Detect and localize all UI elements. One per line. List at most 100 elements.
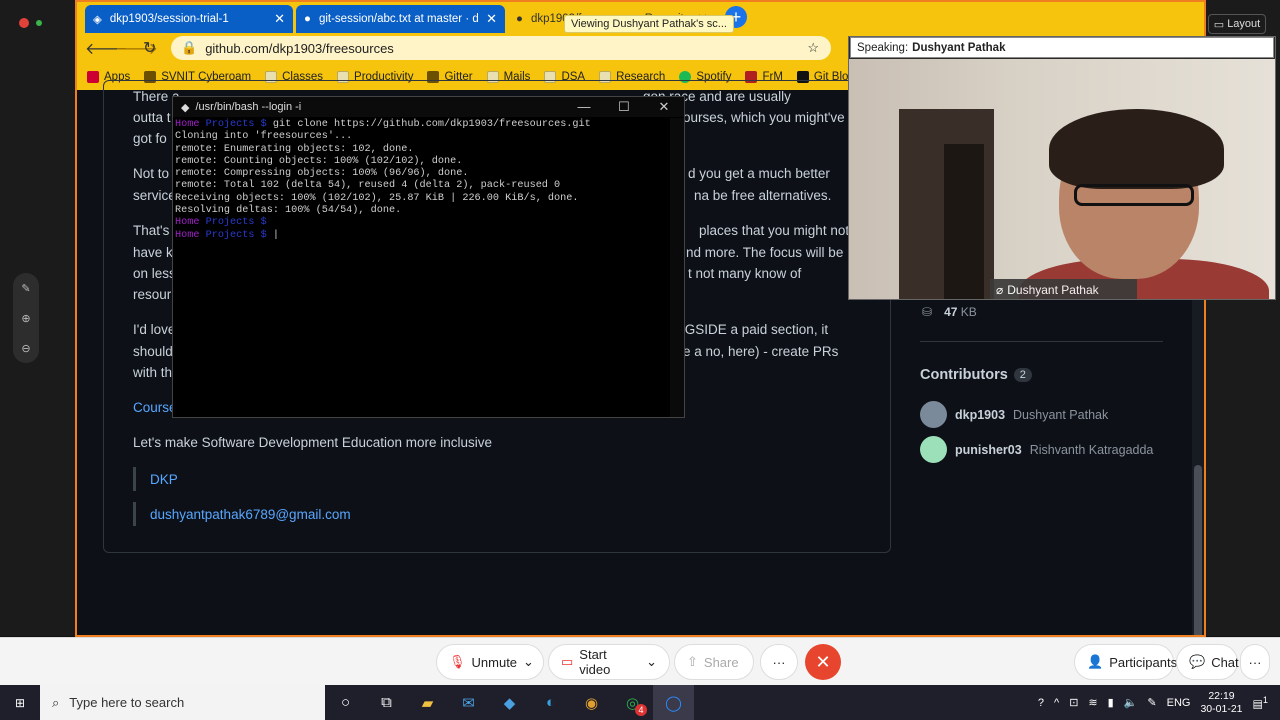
output-line: remote: Total 102 (delta 54), reused 4 (…	[175, 180, 561, 192]
pen-icon[interactable]: ✎	[21, 282, 30, 295]
chrome-icon[interactable]: ◉	[571, 685, 612, 720]
close-tab-icon[interactable]: ✕	[274, 11, 285, 27]
contributors-heading[interactable]: Contributors 2	[920, 367, 1032, 383]
divider	[920, 341, 1163, 342]
chevron-down-icon[interactable]: ⌄	[646, 654, 657, 670]
layout-button[interactable]: ▭ Layout	[1208, 14, 1266, 34]
apps-grid-icon	[87, 70, 99, 83]
overflow-button[interactable]: ···	[1240, 644, 1270, 680]
minimize-icon[interactable]: —	[564, 99, 604, 115]
browser-tab-2[interactable]: ● git-session/abc.txt at master · dk ✕	[296, 5, 505, 33]
bookmark-star-icon[interactable]: ☆	[807, 40, 819, 56]
unmute-button[interactable]: 🎙 Unmute ⌄	[436, 644, 544, 680]
chevron-down-icon[interactable]: ⌄	[523, 654, 534, 670]
status-dot-icon	[36, 20, 42, 26]
taskbar-search[interactable]: ⌕ Type here to search	[40, 685, 325, 720]
start-video-button[interactable]: ▭ Start video ⌄	[548, 644, 670, 680]
share-icon: ⇧	[687, 654, 698, 669]
participants-button[interactable]: 👤 Participants	[1074, 644, 1177, 680]
mail-icon[interactable]: ✉	[448, 685, 489, 720]
contributor-item[interactable]: dkp1903 Dushyant Pathak	[920, 401, 1108, 428]
muted-mic-icon: ⌀	[996, 282, 1004, 297]
clock[interactable]: 22:19 30-01-21	[1200, 690, 1242, 716]
clock-time: 22:19	[1208, 689, 1235, 702]
video-door-inner	[944, 144, 984, 299]
reload-icon[interactable]: ↻	[143, 38, 156, 58]
zoom-app-icon[interactable]: ◯	[653, 685, 694, 720]
video-name-pill: ⌀ Dushyant Pathak	[990, 279, 1137, 299]
prompt-path: Projects $	[205, 229, 267, 241]
output-line: Resolving deltas: 100% (54/54), done.	[175, 205, 402, 217]
zoom-left-panel: ✎ ⊕ ⊖	[0, 0, 76, 636]
maximize-icon[interactable]: ☐	[604, 99, 644, 115]
start-video-label: Start video	[579, 647, 611, 677]
close-tab-icon[interactable]: ✕	[486, 11, 497, 27]
close-icon[interactable]: ✕	[644, 99, 684, 115]
tab-title: dkp1903/session-trial-1	[109, 13, 229, 25]
battery-icon[interactable]: ▮	[1108, 696, 1114, 709]
chevron-up-icon[interactable]: ^	[1054, 697, 1059, 709]
record-indicator-icon	[19, 18, 29, 28]
language-indicator[interactable]: ENG	[1167, 697, 1191, 709]
github-icon: ●	[304, 13, 311, 25]
notification-count: 1	[1262, 694, 1268, 705]
dropbox-icon[interactable]: ◆	[489, 685, 530, 720]
address-bar[interactable]: 🔒 github.com/dkp1903/freesources ☆	[171, 36, 831, 60]
pen-icon[interactable]: ✎	[1147, 696, 1156, 709]
terminal-titlebar[interactable]: ◆ /usr/bin/bash --login -i — ☐ ✕	[173, 97, 684, 117]
url-text: github.com/dkp1903/freesources	[205, 40, 394, 56]
contributor-name: Dushyant Pathak	[1013, 407, 1109, 422]
contributor-item[interactable]: punisher03 Rishvanth Katragadda	[920, 436, 1153, 463]
video-off-icon: ▭	[561, 654, 574, 669]
avatar	[920, 401, 947, 428]
person-hair	[1049, 109, 1224, 189]
volume-icon[interactable]: 🔈	[1124, 696, 1138, 709]
task-view-icon[interactable]: ⧉	[366, 685, 407, 720]
share-button[interactable]: ⇧ Share	[674, 644, 754, 680]
prompt-dir: Home	[175, 217, 200, 229]
output-line: remote: Compressing objects: 100% (96/96…	[175, 168, 469, 180]
terminal-output[interactable]: Home Projects $ git clone https://github…	[173, 117, 684, 244]
size-value: 47	[944, 305, 958, 319]
whatsapp-icon[interactable]: ◎ 4	[612, 685, 653, 720]
zoom-controls: 🎙 Unmute ⌄ ▭ Start video ⌄ ⇧ Share ··· ✕ 👤 Par…	[0, 637, 1280, 685]
cortana-icon[interactable]: ○	[325, 685, 366, 720]
file-explorer-icon[interactable]: ▰	[407, 685, 448, 720]
windows-start-icon[interactable]: ⊞	[0, 685, 40, 720]
help-icon[interactable]: ?	[1038, 697, 1044, 709]
browser-tabbar: ◈ dkp1903/session-trial-1 ✕ ● git-sessio…	[77, 2, 1204, 33]
zoom-in-icon[interactable]: ⊕	[21, 312, 30, 325]
more-button[interactable]: ···	[760, 644, 798, 680]
terminal-window[interactable]: ◆ /usr/bin/bash --login -i — ☐ ✕ Home Pr…	[172, 96, 685, 418]
contributor-name: Rishvanth Katragadda	[1029, 442, 1154, 457]
terminal-title: /usr/bin/bash --login -i	[195, 101, 302, 113]
screen: ✎ ⊕ ⊖ ▭ Layout ◈ dkp1903/session-trial-1 …	[0, 0, 1280, 720]
chat-button[interactable]: 💬 Chat	[1176, 644, 1239, 680]
tray-app-icon[interactable]: ⊡	[1069, 696, 1078, 709]
github-icon: ●	[516, 13, 523, 25]
browser-tab-1[interactable]: ◈ dkp1903/session-trial-1 ✕	[85, 5, 293, 33]
search-placeholder: Type here to search	[69, 695, 185, 710]
quote-email: dushyantpathak6789@gmail.com	[133, 502, 351, 526]
zoom-out-icon[interactable]: ⊖	[21, 342, 30, 355]
wifi-icon[interactable]: ≋	[1088, 696, 1097, 709]
output-line: Receiving objects: 100% (102/102), 25.87…	[175, 192, 579, 204]
person-glasses	[1074, 184, 1194, 206]
terminal-scrollbar[interactable]	[670, 118, 684, 417]
contributors-title: Contributors	[920, 367, 1008, 383]
cursor: |	[272, 229, 279, 241]
video-background	[849, 59, 1275, 299]
speaking-bar: Speaking: Dushyant Pathak	[850, 37, 1274, 58]
dkp-link[interactable]: DKP	[150, 472, 178, 487]
layout-label: Layout	[1227, 18, 1261, 30]
edge-icon[interactable]: ◐	[530, 685, 571, 720]
scrollbar-thumb[interactable]	[1194, 465, 1202, 635]
notification-icon[interactable]: ▤1	[1253, 695, 1269, 711]
leave-button[interactable]: ✕	[805, 644, 841, 680]
chat-icon: 💬	[1189, 654, 1206, 669]
avatar	[920, 436, 947, 463]
email-link[interactable]: dushyantpathak6789@gmail.com	[150, 507, 351, 522]
terminal-command: git clone https://github.com/dkp1903/fre…	[272, 119, 591, 130]
prompt-path: Projects $	[205, 217, 267, 229]
chat-label: Chat	[1211, 654, 1239, 670]
